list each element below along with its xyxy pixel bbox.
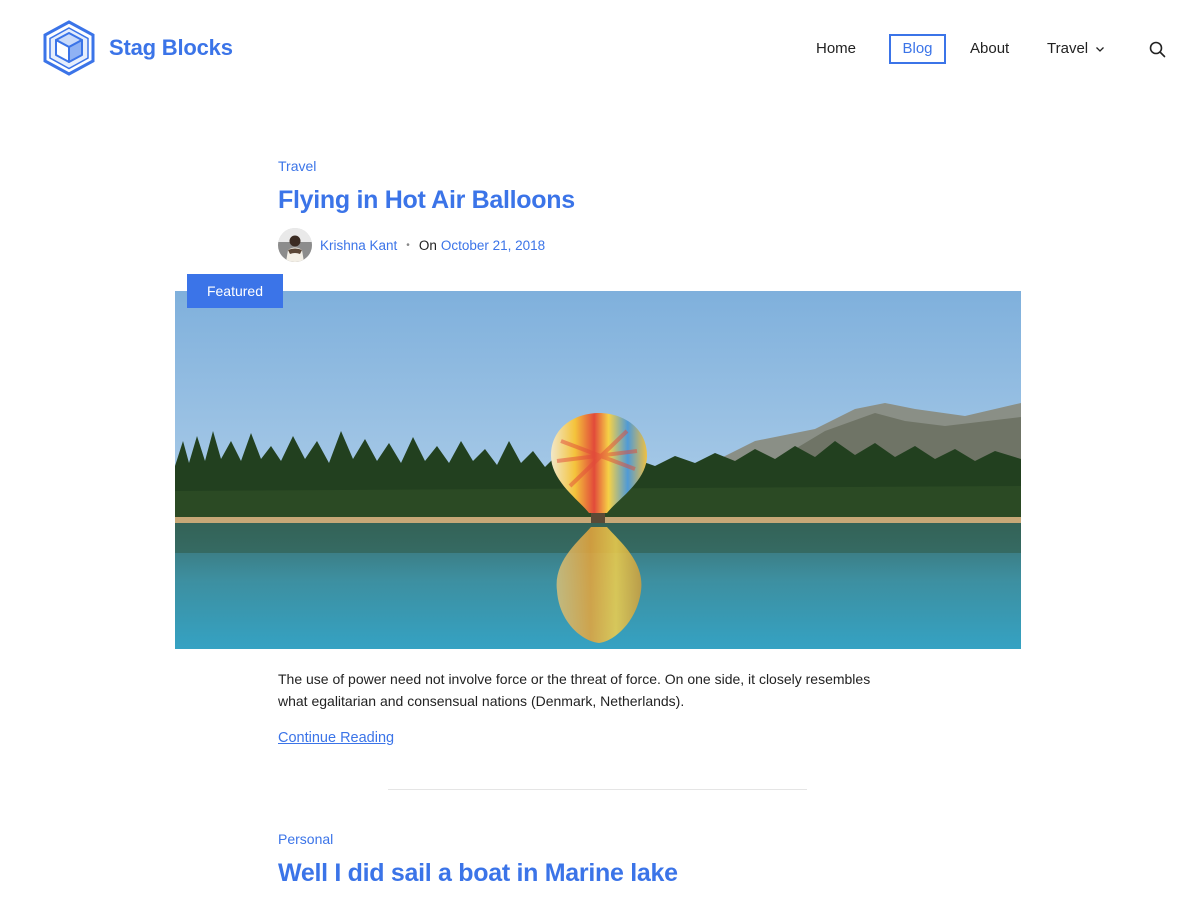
featured-badge: Featured [187,274,283,308]
search-icon[interactable] [1149,41,1166,58]
hot-air-balloon-photo [175,291,1021,649]
post-category-link[interactable]: Personal [278,831,333,847]
site-header: Stag Blocks Home Blog About Travel [0,0,1200,98]
post-date-link[interactable]: October 21, 2018 [441,238,545,253]
post-author-link[interactable]: Krishna Kant [320,238,397,253]
post-divider [388,789,807,790]
nav-item-home[interactable]: Home [816,34,856,64]
nav-item-travel-label: Travel [1047,40,1089,57]
author-avatar[interactable] [278,228,312,262]
featured-image[interactable] [175,291,1021,649]
post-title-link[interactable]: Well I did sail a boat in Marine lake [278,859,678,888]
continue-reading-link[interactable]: Continue Reading [278,730,394,746]
nav-item-blog[interactable]: Blog [889,34,946,64]
chevron-down-icon [1096,47,1105,52]
nav-item-about[interactable]: About [970,34,1009,64]
post-excerpt: The use of power need not involve force … [278,671,871,709]
main-nav: Home Blog About Travel [0,34,1200,64]
post-category-link[interactable]: Travel [278,158,316,174]
nav-item-travel[interactable]: Travel [1047,34,1105,64]
meta-separator: • [406,239,410,251]
post-meta: Krishna Kant • On October 21, 2018 [278,228,545,262]
date-prefix: On [418,237,437,253]
post-title-link[interactable]: Flying in Hot Air Balloons [278,186,575,215]
